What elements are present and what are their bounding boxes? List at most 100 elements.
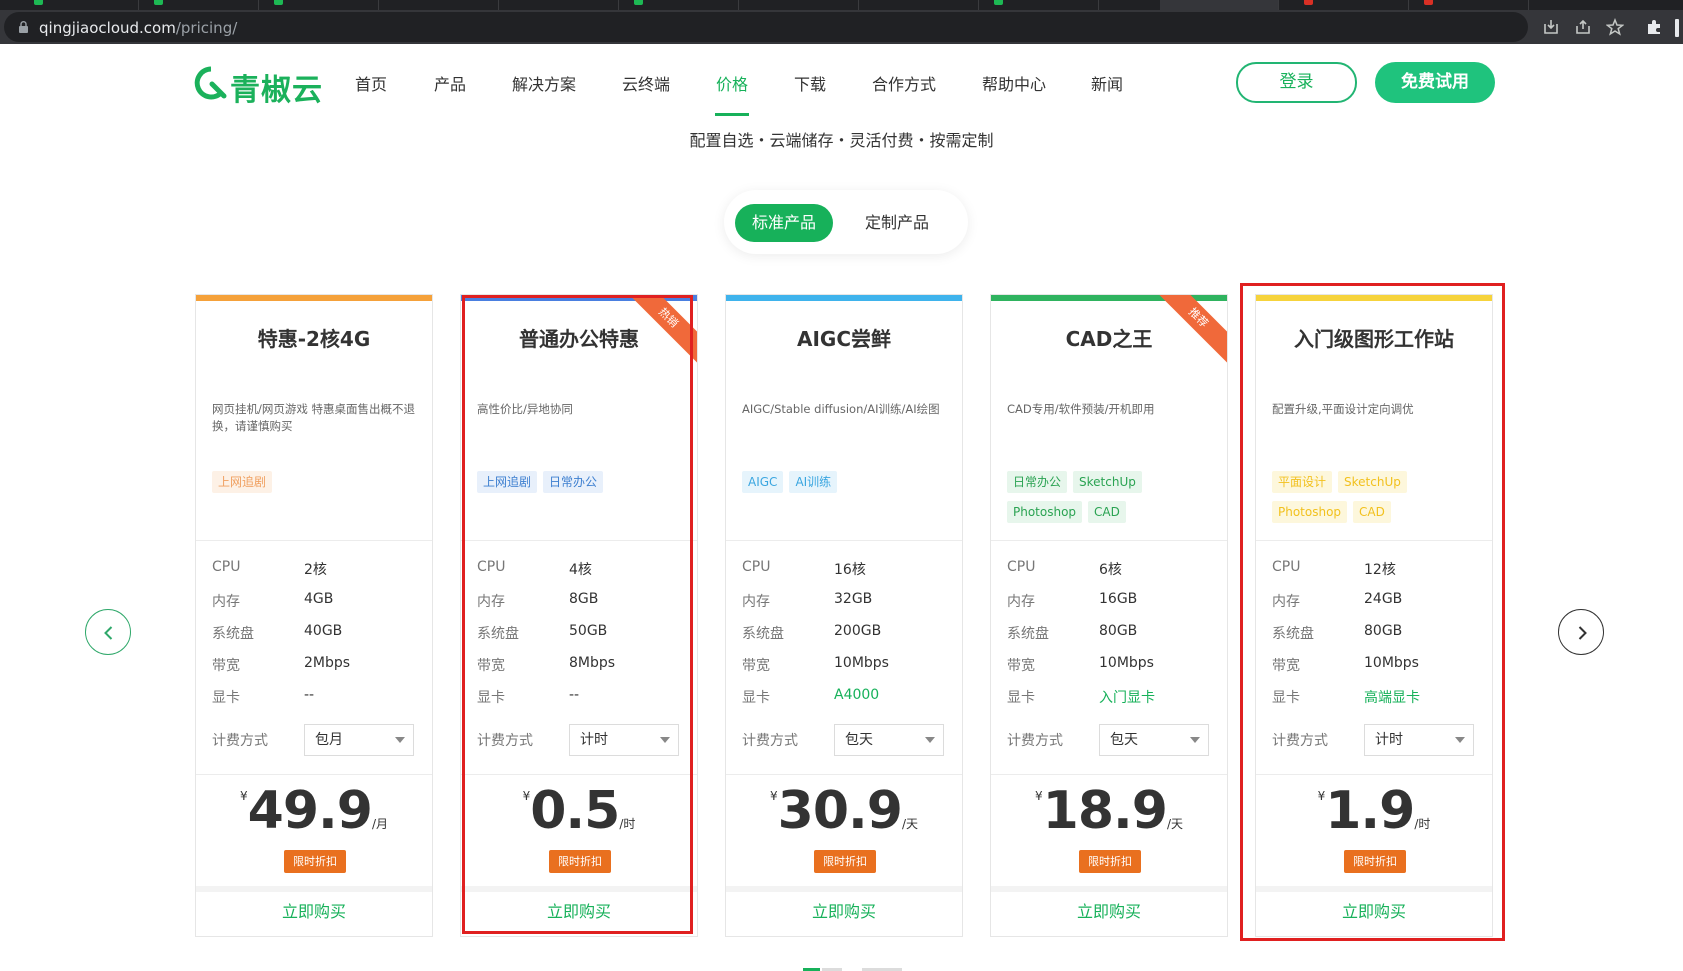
browser-tab[interactable]: [500, 0, 619, 10]
card-description: AIGC/Stable diffusion/AI训练/AI绘图: [742, 402, 940, 416]
tab-favicon-icon: [634, 0, 643, 5]
spec-value-bandwidth: 10Mbps: [834, 655, 889, 671]
browser-tab[interactable]: [20, 0, 139, 10]
spec-row-cpu: CPU 6核: [1007, 553, 1217, 585]
spec-label: 显卡: [212, 690, 240, 706]
card-specs: CPU 2核 内存 4GB 系统盘 40GB 带宽 2Mbps 显卡 --: [212, 553, 422, 713]
spec-value-cpu: 16核: [834, 562, 866, 578]
card-tags: 上网追剧: [212, 471, 422, 501]
price-amount: 49.9: [247, 781, 373, 841]
spec-label: 系统盘: [212, 626, 254, 642]
buy-now-button[interactable]: 立即购买: [991, 898, 1227, 922]
card-tag: 上网追剧: [212, 471, 273, 493]
browser-tab[interactable]: [620, 0, 739, 10]
spec-label: CPU: [742, 559, 771, 575]
spec-label: 内存: [742, 594, 770, 610]
carousel-prev-button[interactable]: [85, 609, 131, 655]
card-divider: [726, 774, 962, 775]
login-button[interactable]: 登录: [1236, 62, 1357, 103]
install-icon[interactable]: [1542, 18, 1560, 36]
profile-edge: [1675, 19, 1679, 37]
spec-row-disk: 系统盘 200GB: [742, 617, 952, 649]
nav-item-products[interactable]: 产品: [434, 71, 466, 95]
browser-tab[interactable]: [140, 0, 259, 10]
brand-logo[interactable]: 青椒云: [194, 62, 322, 108]
card-title: 特惠-2核4G: [257, 327, 371, 351]
card-divider: [726, 540, 962, 541]
card-divider: [991, 540, 1227, 541]
browser-tab[interactable]: [740, 0, 859, 10]
tab-standard-products[interactable]: 标准产品: [735, 204, 833, 242]
nav-item-pricing[interactable]: 价格: [716, 71, 748, 95]
tab-favicon-icon: [154, 0, 163, 5]
spec-label: 带宽: [212, 658, 240, 674]
spec-row-bandwidth: 带宽 10Mbps: [742, 649, 952, 681]
browser-tab[interactable]: [980, 0, 1099, 10]
spec-row-gpu: 显卡 A4000: [742, 681, 952, 713]
dropdown-arrow-icon: [1190, 737, 1200, 743]
discount-badge: 限时折扣: [1079, 850, 1141, 873]
nav-item-cooperation[interactable]: 合作方式: [872, 71, 936, 95]
tab-favicon-icon: [1424, 0, 1433, 5]
discount-badge: 限时折扣: [814, 850, 876, 873]
card-divider: [196, 774, 432, 775]
carousel-next-button[interactable]: [1558, 609, 1604, 655]
tab-custom-products[interactable]: 定制产品: [844, 204, 950, 242]
browser-tab[interactable]: [1410, 0, 1529, 10]
star-icon[interactable]: [1606, 18, 1624, 36]
spec-value-disk: 40GB: [304, 623, 343, 639]
billing-selected-value: 包月: [315, 732, 343, 748]
nav-item-solutions[interactable]: 解决方案: [512, 71, 576, 95]
spec-row-disk: 系统盘 40GB: [212, 617, 422, 649]
billing-select[interactable]: 包月: [304, 724, 414, 756]
buy-band: [991, 886, 1227, 892]
nav-item-download[interactable]: 下载: [794, 71, 826, 95]
card-title: AIGC尝鲜: [796, 327, 891, 351]
address-bar[interactable]: qingjiaocloud.com/pricing/: [4, 12, 1528, 42]
billing-label: 计费方式: [1007, 733, 1063, 749]
buy-now-button[interactable]: 立即购买: [196, 898, 432, 922]
lock-icon[interactable]: [19, 21, 28, 33]
nav-item-help-center[interactable]: 帮助中心: [982, 71, 1046, 95]
spec-label: 带宽: [742, 658, 770, 674]
browser-tab-active[interactable]: [1160, 0, 1279, 10]
spec-value-gpu: 入门显卡: [1099, 690, 1155, 706]
logo-text: 青椒云: [230, 73, 323, 108]
buy-now-button[interactable]: 立即购买: [726, 898, 962, 922]
spec-row-bandwidth: 带宽 2Mbps: [212, 649, 422, 681]
nav-item-news[interactable]: 新闻: [1091, 71, 1123, 95]
share-icon[interactable]: [1574, 18, 1592, 36]
price-unit: /月: [371, 817, 388, 831]
browser-tab[interactable]: [260, 0, 379, 10]
spec-row-memory: 内存 32GB: [742, 585, 952, 617]
billing-select[interactable]: 包天: [1099, 724, 1209, 756]
browser-tab[interactable]: [860, 0, 979, 10]
url-text: qingjiaocloud.com/pricing/: [39, 19, 237, 37]
nav-item-cloud-terminal[interactable]: 云终端: [622, 71, 670, 95]
spec-value-memory: 4GB: [304, 591, 334, 607]
spec-value-gpu: --: [304, 687, 315, 703]
card-divider: [991, 774, 1227, 775]
pricing-card: AIGC尝鲜 AIGC/Stable diffusion/AI训练/AI绘图 A…: [725, 294, 963, 937]
price-amount: 30.9: [777, 781, 903, 841]
extensions-icon[interactable]: [1645, 18, 1663, 36]
card-tag: CAD: [1088, 501, 1126, 523]
browser-tab[interactable]: [380, 0, 499, 10]
price-currency: ¥: [770, 789, 778, 803]
spec-row-cpu: CPU 2核: [212, 553, 422, 585]
free-trial-button[interactable]: 免费试用: [1375, 62, 1495, 103]
spec-label: 系统盘: [742, 626, 784, 642]
price: ¥18.9/天: [991, 781, 1227, 841]
annotation-highlight-box: [1240, 283, 1505, 941]
browser-tab[interactable]: [1290, 0, 1409, 10]
price: ¥49.9/月: [196, 781, 432, 841]
billing-select[interactable]: 包天: [834, 724, 944, 756]
annotation-highlight-box: [462, 295, 693, 934]
site-header: 青椒云 首页 产品 解决方案 云终端 价格 下载 合作方式 帮助中心 新闻 登录…: [0, 44, 1683, 120]
tab-favicon-icon: [994, 0, 1003, 5]
spec-value-disk: 80GB: [1099, 623, 1138, 639]
billing-row: 计费方式 包天: [742, 724, 952, 756]
billing-label: 计费方式: [212, 733, 268, 749]
pricing-slogan: 配置自选・云端储存・灵活付费・按需定制: [689, 131, 994, 150]
nav-item-home[interactable]: 首页: [355, 71, 387, 95]
